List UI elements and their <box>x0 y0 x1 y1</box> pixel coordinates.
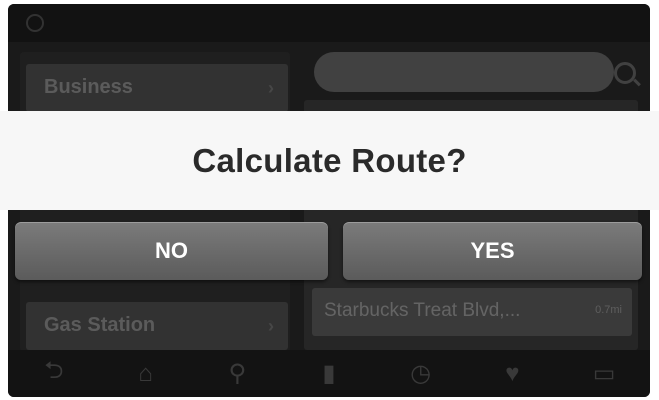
category-item-business[interactable]: Business › <box>26 64 288 112</box>
result-item[interactable]: Starbucks Treat Blvd,... 0.7mi <box>312 288 632 336</box>
status-icon <box>26 14 44 32</box>
home-icon[interactable]: ⌂ <box>116 360 176 388</box>
back-icon[interactable]: ⮌ <box>24 353 84 394</box>
dialog-header: Calculate Route? <box>0 111 659 210</box>
screen: Business › Gas Station › Starbucks Treat… <box>0 0 659 400</box>
no-button-label: NO <box>155 238 188 263</box>
chevron-right-icon: › <box>268 316 274 336</box>
result-distance: 0.7mi <box>595 304 622 316</box>
category-label: Business <box>44 76 133 98</box>
clock-icon[interactable]: ◷ <box>391 359 451 388</box>
yes-button-label: YES <box>470 238 515 263</box>
category-label: Gas Station <box>44 314 156 336</box>
status-bar <box>8 4 650 42</box>
chevron-right-icon: › <box>268 78 274 98</box>
result-label: Starbucks Treat Blvd,... <box>324 300 521 321</box>
category-item-gas-station[interactable]: Gas Station › <box>26 302 288 350</box>
dialog-title: Calculate Route? <box>192 141 467 179</box>
bottom-nav: ⮌ ⌂ ⚲ ▮ ◷ ♥ ▭ <box>8 350 650 397</box>
yes-button[interactable]: YES <box>343 222 642 280</box>
location-pin-icon[interactable]: ⚲ <box>207 359 267 388</box>
heart-icon[interactable]: ♥ <box>482 360 542 388</box>
folder-icon[interactable]: ▭ <box>574 359 634 388</box>
no-button[interactable]: NO <box>15 222 328 280</box>
fuel-icon[interactable]: ▮ <box>299 359 359 388</box>
search-input[interactable] <box>314 52 614 92</box>
search-icon[interactable] <box>614 62 636 84</box>
